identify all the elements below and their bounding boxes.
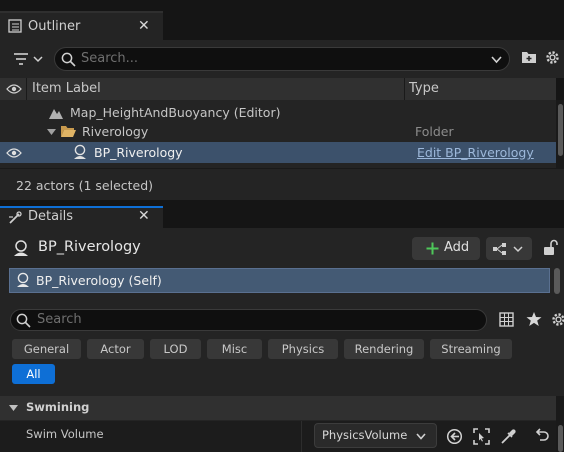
outliner-tab[interactable]: Outliner ✕: [0, 11, 163, 40]
chevron-down-icon[interactable]: [47, 129, 56, 135]
filter-chip-misc[interactable]: Misc: [207, 339, 262, 359]
swim-volume-value: PhysicsVolume: [322, 428, 408, 442]
visibility-eye-icon[interactable]: [6, 83, 22, 95]
section-title: Swmining: [26, 400, 90, 414]
outliner-tree: Map_HeightAndBuoyancy (Editor) Riverolog…: [0, 100, 556, 168]
tree-row[interactable]: Riverology Folder: [0, 122, 556, 142]
details-search-placeholder: Search: [37, 312, 82, 327]
settings-gear-icon[interactable]: [550, 311, 564, 328]
outliner-status-bar: 22 actors (1 selected): [0, 168, 564, 200]
swim-volume-dropdown[interactable]: PhysicsVolume: [314, 423, 437, 448]
browse-to-asset-icon[interactable]: [473, 428, 490, 445]
column-divider: [404, 78, 405, 100]
filter-chip-lod[interactable]: LOD: [150, 339, 201, 359]
component-tree-self[interactable]: BP_Riverology (Self): [9, 268, 550, 293]
property-label: Swim Volume: [26, 427, 104, 441]
chevron-down-icon: [416, 433, 426, 440]
add-folder-icon[interactable]: [521, 50, 537, 64]
unlock-icon[interactable]: [543, 239, 559, 256]
tree-row-label: BP_Riverology: [94, 145, 183, 160]
add-button-label: Add: [444, 240, 470, 255]
plus-icon: [426, 242, 439, 255]
star-favorite-icon[interactable]: [526, 311, 542, 327]
eyedropper-picker-icon[interactable]: [500, 428, 517, 445]
details-tab-icon: [8, 211, 22, 225]
outliner-tab-title: Outliner: [28, 19, 81, 34]
filter-chip-all[interactable]: All: [12, 364, 55, 384]
section-header[interactable]: Swmining: [0, 396, 556, 420]
details-tab[interactable]: Details ✕: [0, 206, 163, 228]
actor-name[interactable]: BP_Riverology: [38, 239, 141, 255]
outliner-search-placeholder: Search...: [81, 51, 139, 66]
details-search-input[interactable]: Search: [10, 309, 487, 331]
tree-row-type: Folder: [415, 124, 454, 139]
search-icon: [16, 313, 31, 328]
tree-row-label: Riverology: [82, 124, 149, 139]
actor-count-status: 22 actors (1 selected): [16, 178, 154, 193]
folder-open-icon: [60, 125, 77, 138]
details-scrollbar-thumb[interactable]: [558, 425, 563, 452]
details-tab-title: Details: [28, 209, 74, 224]
property-divider: [301, 421, 302, 452]
tree-row-selected[interactable]: BP_Riverology Edit BP_Riverology: [0, 142, 556, 163]
details-close-icon[interactable]: ✕: [138, 208, 150, 224]
filter-chip-actor[interactable]: Actor: [87, 339, 144, 359]
blueprint-nodes-icon: [492, 242, 526, 256]
search-icon: [61, 52, 76, 67]
table-view-icon[interactable]: [499, 312, 514, 327]
component-self-label: BP_Riverology (Self): [36, 273, 162, 288]
reset-arrow-icon[interactable]: [534, 428, 549, 442]
filter-chip-streaming[interactable]: Streaming: [430, 339, 512, 359]
property-row: Swim Volume PhysicsVolume: [0, 421, 556, 452]
world-map-icon: [48, 106, 64, 120]
outliner-close-icon[interactable]: ✕: [138, 18, 150, 34]
column-type[interactable]: Type: [409, 81, 439, 96]
filter-chip-rendering[interactable]: Rendering: [344, 339, 424, 359]
column-divider: [26, 78, 27, 100]
chevron-down-icon[interactable]: [491, 56, 502, 64]
edit-blueprint-link[interactable]: Edit BP_Riverology: [417, 145, 534, 160]
component-scrollbar-thumb[interactable]: [554, 268, 560, 294]
outliner-tab-icon: [8, 19, 22, 33]
outliner-search-input[interactable]: Search...: [54, 47, 510, 71]
outliner-column-header: Item Label Type: [0, 78, 556, 100]
filter-chip-general[interactable]: General: [12, 339, 81, 359]
outliner-toolbar: Search...: [0, 40, 564, 78]
actor-icon: [12, 239, 30, 257]
column-item-label[interactable]: Item Label: [32, 81, 101, 96]
tree-row-label: Map_HeightAndBuoyancy (Editor): [70, 105, 281, 120]
actor-icon: [72, 144, 88, 160]
chevron-down-icon: [9, 405, 18, 411]
visibility-eye-icon[interactable]: [6, 147, 22, 159]
filter-icon[interactable]: [13, 52, 43, 66]
blueprint-options-button[interactable]: [486, 237, 532, 260]
settings-gear-icon[interactable]: [544, 49, 561, 66]
use-selected-arrow-icon[interactable]: [446, 428, 463, 445]
outliner-scrollbar-thumb[interactable]: [558, 104, 563, 156]
filter-chip-physics[interactable]: Physics: [268, 339, 338, 359]
add-component-button[interactable]: Add: [412, 237, 480, 260]
tree-row[interactable]: Map_HeightAndBuoyancy (Editor): [0, 103, 556, 123]
actor-icon: [15, 272, 31, 288]
